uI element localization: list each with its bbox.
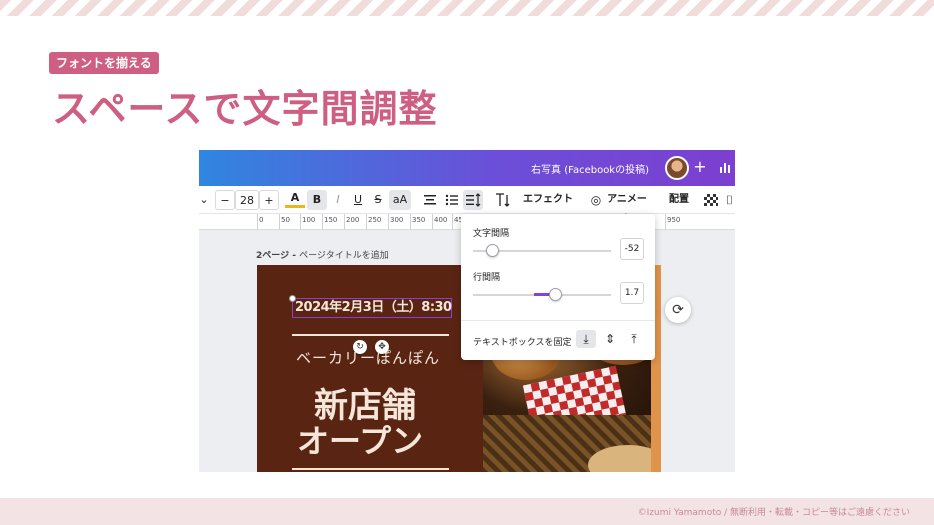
ruler-tick: 250 — [368, 216, 382, 224]
ruler-tick: 350 — [412, 216, 426, 224]
ruler-tick: 300 — [390, 216, 404, 224]
copyright-text: ©Izumi Yamamoto / 無断利用・転載・コピー等はご遠慮ください — [637, 508, 910, 518]
align-center-icon[interactable] — [421, 190, 439, 210]
ruler-tick: 0 — [259, 216, 264, 224]
divider-line — [292, 468, 449, 470]
ruler-tick: 200 — [346, 216, 360, 224]
letter-case-button[interactable]: aA — [389, 190, 411, 210]
strikethrough-button[interactable]: S — [369, 190, 387, 210]
text-toolbar: ⌄ − 28 + A B I U S aA エフェクト ◎ アニメート 配置 ⌷ — [199, 186, 735, 225]
letter-spacing-knob[interactable] — [485, 244, 499, 257]
spacing-panel: 文字間隔 -52 行間隔 1.7 テキストボックスを固定 ⤓ ⇕ ⤒ — [461, 214, 655, 360]
add-collaborator-icon[interactable]: + — [690, 157, 710, 177]
font-size-increase-button[interactable]: + — [259, 190, 279, 210]
text-color-button[interactable]: A — [285, 190, 305, 208]
paint-roller-icon[interactable]: ⌷ — [724, 190, 735, 210]
fix-textbox-label: テキストボックスを固定 — [473, 338, 572, 348]
page-number: 2ページ - — [256, 251, 300, 261]
position-button[interactable]: 配置 — [667, 190, 691, 210]
anchor-bottom-icon[interactable]: ⤒ — [624, 330, 644, 348]
slide-headline: スペースで文字間調整 — [52, 87, 438, 131]
transparency-icon[interactable] — [704, 194, 718, 206]
letter-spacing-input[interactable]: -52 — [620, 238, 644, 260]
underline-button[interactable]: U — [349, 190, 367, 210]
bold-button[interactable]: B — [307, 190, 327, 210]
divider-line — [292, 334, 449, 336]
document-title[interactable]: 右写真 (Facebookの投稿) — [531, 161, 649, 176]
user-avatar[interactable] — [665, 156, 689, 180]
refresh-icon[interactable]: ⟳ — [665, 297, 691, 323]
ruler-tick: 400 — [434, 216, 448, 224]
selected-date-text[interactable]: 2024年2月3日（土）8:30 — [292, 298, 452, 318]
italic-button[interactable]: I — [329, 190, 347, 210]
insights-icon[interactable] — [719, 160, 733, 174]
animate-icon[interactable]: ◎ — [589, 190, 603, 210]
decorative-top-stripe — [0, 0, 934, 16]
anchor-top-icon[interactable]: ⤓ — [576, 330, 596, 348]
anchor-middle-icon[interactable]: ⇕ — [600, 330, 620, 348]
text-orientation-icon[interactable] — [493, 190, 511, 210]
page-title-label[interactable]: 2ページ - ページタイトルを追加 — [256, 248, 389, 261]
line-spacing-knob[interactable] — [549, 288, 563, 301]
letter-spacing-label: 文字間隔 — [473, 229, 510, 239]
ruler-tick: 150 — [324, 216, 338, 224]
font-size-input[interactable]: 28 — [235, 190, 259, 210]
effects-button[interactable]: エフェクト — [523, 190, 573, 210]
ruler-tick: 950 — [667, 216, 681, 224]
section-badge: フォントを揃える — [49, 52, 159, 74]
ruler-tick: 50 — [281, 216, 290, 224]
editor-screenshot: 右写真 (Facebookの投稿) + ⌄ − 28 + A B I U S a… — [199, 150, 735, 472]
chevron-down-icon[interactable]: ⌄ — [199, 190, 209, 210]
ruler-tick: 100 — [302, 216, 316, 224]
resize-handle[interactable] — [289, 295, 296, 302]
spacing-icon[interactable] — [463, 190, 483, 210]
font-size-decrease-button[interactable]: − — [215, 190, 235, 210]
editor-topbar: 右写真 (Facebookの投稿) + — [199, 150, 735, 186]
list-icon[interactable] — [443, 190, 461, 210]
animate-button[interactable]: アニメート — [604, 190, 650, 225]
headline-line-2[interactable]: オープン — [297, 416, 423, 462]
shop-name-text[interactable]: ベーカリーぽんぽん — [296, 347, 440, 368]
line-spacing-label: 行間隔 — [473, 273, 501, 283]
panel-divider — [461, 320, 655, 321]
add-page-title[interactable]: ページタイトルを追加 — [299, 251, 389, 261]
line-spacing-input[interactable]: 1.7 — [620, 282, 644, 304]
